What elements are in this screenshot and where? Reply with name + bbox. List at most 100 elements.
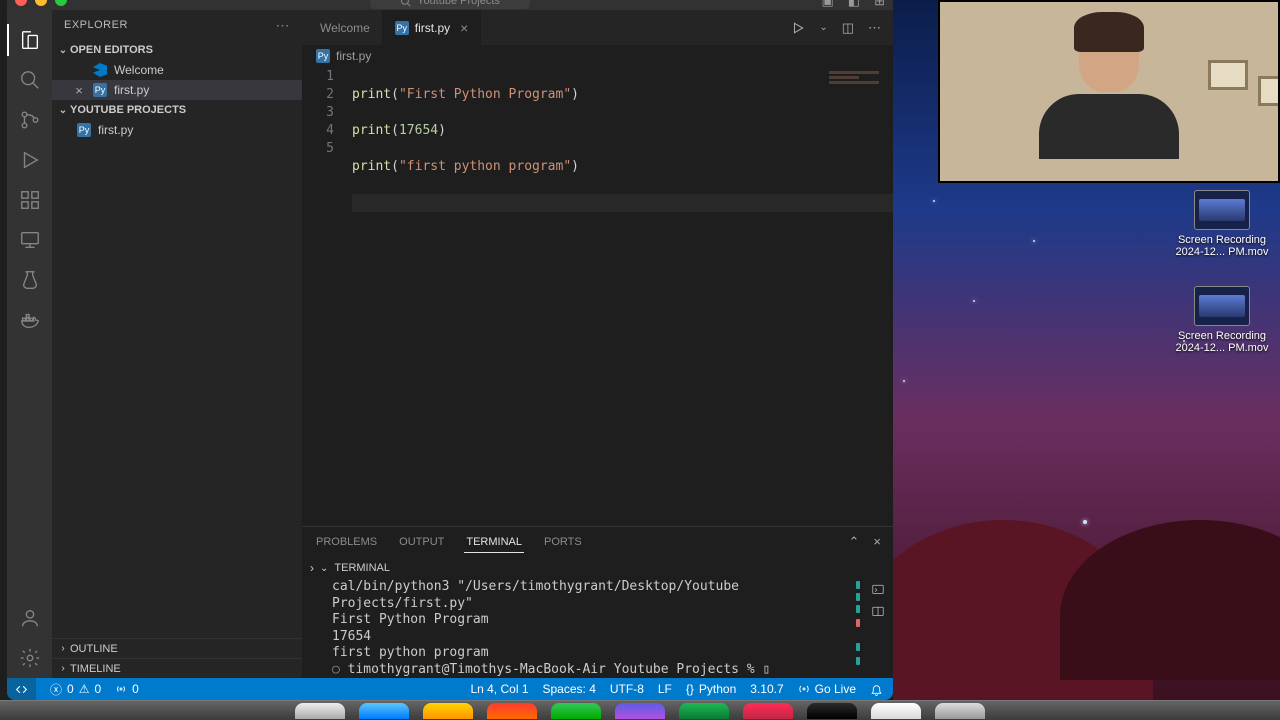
macos-dock[interactable] bbox=[0, 700, 1280, 720]
layout-customize-icon[interactable]: ⊞ bbox=[874, 0, 885, 9]
panel-tab-problems[interactable]: PROBLEMS bbox=[314, 532, 379, 552]
python-file-icon: Py bbox=[92, 82, 108, 98]
settings-activity-icon[interactable] bbox=[7, 638, 52, 678]
project-section[interactable]: ⌄ YOUTUBE PROJECTS bbox=[52, 100, 302, 120]
run-dropdown-icon[interactable]: ⌄ bbox=[819, 22, 827, 33]
explorer-title: EXPLORER bbox=[64, 19, 128, 31]
file-label: Screen Recording 2024-12... PM.mov bbox=[1174, 234, 1270, 258]
terminal-split-icon[interactable] bbox=[871, 605, 885, 619]
file-label: Screen Recording 2024-12... PM.mov bbox=[1174, 330, 1270, 354]
source-control-activity-icon[interactable] bbox=[7, 100, 52, 140]
tab-label: first.py bbox=[415, 21, 450, 35]
file-label: first.py bbox=[98, 123, 133, 137]
minimize-window-icon[interactable] bbox=[35, 0, 47, 6]
editor-tabs: Welcome Py first.py × ⌄ ◫ ⋯ bbox=[302, 10, 893, 45]
panel-tab-ports[interactable]: PORTS bbox=[542, 532, 584, 552]
editor-area: Welcome Py first.py × ⌄ ◫ ⋯ Py bbox=[302, 10, 893, 678]
traffic-lights bbox=[15, 0, 67, 6]
extensions-activity-icon[interactable] bbox=[7, 180, 52, 220]
remote-indicator[interactable] bbox=[7, 678, 36, 700]
file-first-py[interactable]: Py first.py bbox=[52, 120, 302, 140]
command-center[interactable]: Youtube Projects bbox=[370, 0, 530, 9]
timeline-label: TIMELINE bbox=[70, 663, 121, 675]
run-icon[interactable] bbox=[791, 21, 805, 35]
python-file-icon: Py bbox=[76, 122, 92, 138]
desktop-background: Screen Recording 2024-12... PM.mov Scree… bbox=[893, 0, 1280, 700]
terminal-group-header[interactable]: › ⌄ TERMINAL bbox=[302, 557, 893, 579]
welcome-file-icon bbox=[92, 62, 108, 78]
maximize-window-icon[interactable] bbox=[55, 0, 67, 6]
outline-section[interactable]: › OUTLINE bbox=[52, 638, 302, 658]
layout-sidebar-icon[interactable]: ◧ bbox=[848, 0, 860, 9]
person-silhouette bbox=[1039, 22, 1179, 162]
window-title: Youtube Projects bbox=[417, 0, 500, 7]
open-editor-label: Welcome bbox=[114, 63, 164, 77]
explorer-activity-icon[interactable] bbox=[7, 20, 52, 60]
status-language[interactable]: {} Python bbox=[686, 682, 736, 696]
desktop-file-recording-1[interactable]: Screen Recording 2024-12... PM.mov bbox=[1174, 190, 1270, 258]
open-editors-section[interactable]: ⌄ OPEN EDITORS bbox=[52, 40, 302, 60]
tab-first-py[interactable]: Py first.py × bbox=[383, 10, 482, 45]
tab-welcome[interactable]: Welcome bbox=[302, 10, 383, 45]
broadcast-icon bbox=[798, 683, 810, 695]
python-file-icon: Py bbox=[316, 49, 330, 63]
close-icon[interactable]: × bbox=[460, 20, 468, 36]
docker-activity-icon[interactable] bbox=[7, 300, 52, 340]
chevron-right-icon: › bbox=[56, 643, 70, 654]
search-icon bbox=[400, 0, 411, 7]
sidebar: EXPLORER ⋯ ⌄ OPEN EDITORS Welcome × Py f… bbox=[52, 10, 302, 678]
status-encoding[interactable]: UTF-8 bbox=[610, 682, 644, 696]
notifications-icon[interactable] bbox=[870, 683, 883, 696]
status-go-live[interactable]: Go Live bbox=[798, 682, 856, 696]
terminal-scrollbar[interactable] bbox=[853, 579, 863, 678]
remote-explorer-activity-icon[interactable] bbox=[7, 220, 52, 260]
terminal-label: TERMINAL bbox=[334, 562, 390, 574]
panel-tab-output[interactable]: OUTPUT bbox=[397, 532, 446, 552]
close-icon[interactable]: × bbox=[72, 83, 86, 98]
tab-label: Welcome bbox=[320, 21, 370, 35]
desktop-file-recording-2[interactable]: Screen Recording 2024-12... PM.mov bbox=[1174, 286, 1270, 354]
split-editor-icon[interactable]: ◫ bbox=[842, 20, 854, 36]
chevron-right-icon: › bbox=[310, 561, 314, 575]
status-eol[interactable]: LF bbox=[658, 682, 672, 696]
line-gutter: 1 2 3 4 5 bbox=[302, 67, 352, 514]
account-activity-icon[interactable] bbox=[7, 598, 52, 638]
braces-icon: {} bbox=[686, 682, 694, 696]
open-editor-welcome[interactable]: Welcome bbox=[52, 60, 302, 80]
editor-more-icon[interactable]: ⋯ bbox=[868, 20, 881, 36]
status-problems[interactable]: ⓧ0 ⚠0 bbox=[50, 681, 101, 698]
timeline-section[interactable]: › TIMELINE bbox=[52, 658, 302, 678]
open-editor-label: first.py bbox=[114, 83, 149, 97]
status-cursor[interactable]: Ln 4, Col 1 bbox=[470, 682, 528, 696]
terminal-new-icon[interactable] bbox=[871, 583, 885, 597]
testing-activity-icon[interactable] bbox=[7, 260, 52, 300]
layout-panel-icon[interactable]: ▣ bbox=[822, 0, 834, 9]
editor-actions: ⌄ ◫ ⋯ bbox=[791, 10, 893, 45]
horizontal-scrollbar[interactable] bbox=[302, 514, 893, 526]
terminal[interactable]: cal/bin/python3 "/Users/timothygrant/Des… bbox=[302, 579, 893, 678]
code-lines[interactable]: print("First Python Program") print(1765… bbox=[352, 67, 893, 514]
panel-tab-terminal[interactable]: TERMINAL bbox=[464, 532, 524, 553]
antenna-icon bbox=[115, 683, 127, 695]
search-activity-icon[interactable] bbox=[7, 60, 52, 100]
panel-close-icon[interactable]: × bbox=[873, 534, 881, 550]
status-bar: ⓧ0 ⚠0 0 Ln 4, Col 1 Spaces: 4 UTF-8 LF {… bbox=[7, 678, 893, 700]
python-file-icon: Py bbox=[395, 21, 409, 35]
code-editor[interactable]: 1 2 3 4 5 print("First Python Program") … bbox=[302, 67, 893, 514]
open-editor-first-py[interactable]: × Py first.py bbox=[52, 80, 302, 100]
video-thumbnail-icon bbox=[1194, 286, 1250, 326]
status-spaces[interactable]: Spaces: 4 bbox=[543, 682, 596, 696]
chevron-down-icon: ⌄ bbox=[56, 45, 70, 56]
error-icon: ⓧ bbox=[50, 681, 62, 698]
breadcrumb[interactable]: Py first.py bbox=[302, 45, 893, 67]
close-window-icon[interactable] bbox=[15, 0, 27, 6]
explorer-header: EXPLORER ⋯ bbox=[52, 10, 302, 40]
run-debug-activity-icon[interactable] bbox=[7, 140, 52, 180]
panel-maximize-icon[interactable]: ⌃ bbox=[849, 534, 860, 550]
video-thumbnail-icon bbox=[1194, 190, 1250, 230]
minimap[interactable] bbox=[829, 71, 889, 101]
chevron-down-icon: ⌄ bbox=[56, 105, 70, 116]
status-python-version[interactable]: 3.10.7 bbox=[750, 682, 783, 696]
explorer-more-icon[interactable]: ⋯ bbox=[276, 17, 291, 34]
status-ports[interactable]: 0 bbox=[115, 682, 139, 696]
